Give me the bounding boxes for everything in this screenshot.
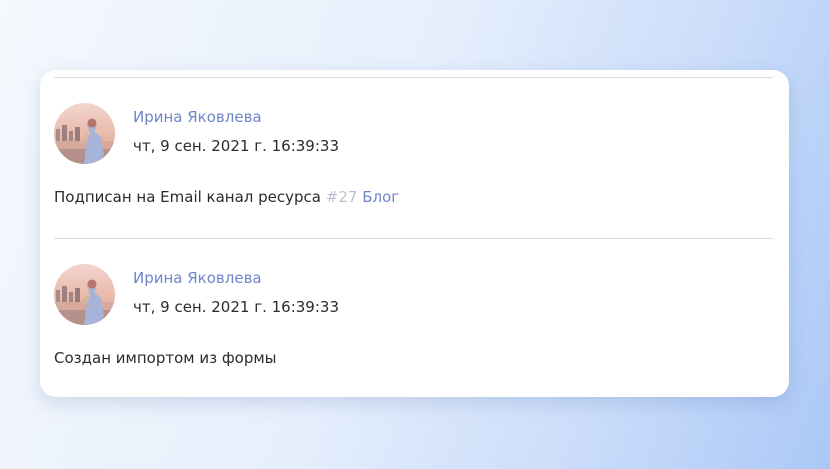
divider: [54, 77, 773, 78]
avatar-image: [54, 264, 115, 325]
avatar-image: [54, 103, 115, 164]
avatar[interactable]: [54, 264, 115, 325]
author-link[interactable]: Ирина Яковлева: [133, 108, 262, 126]
activity-card: Ирина Яковлева чт, 9 сен. 2021 г. 16:39:…: [40, 70, 789, 397]
resource-link[interactable]: Блог: [362, 188, 399, 206]
divider: [54, 238, 773, 239]
entry-message: Подписан на Email канал ресурса #27 Блог: [54, 188, 399, 206]
avatar[interactable]: [54, 103, 115, 164]
entry-datetime: чт, 9 сен. 2021 г. 16:39:33: [133, 298, 339, 316]
activity-entry: Ирина Яковлева чт, 9 сен. 2021 г. 16:39:…: [54, 264, 773, 394]
resource-number: #27: [325, 188, 358, 206]
activity-entry: Ирина Яковлева чт, 9 сен. 2021 г. 16:39:…: [54, 103, 773, 233]
author-link[interactable]: Ирина Яковлева: [133, 269, 262, 287]
entry-datetime: чт, 9 сен. 2021 г. 16:39:33: [133, 137, 339, 155]
message-text: Подписан на Email канал ресурса: [54, 188, 321, 206]
entry-message: Создан импортом из формы: [54, 349, 277, 367]
